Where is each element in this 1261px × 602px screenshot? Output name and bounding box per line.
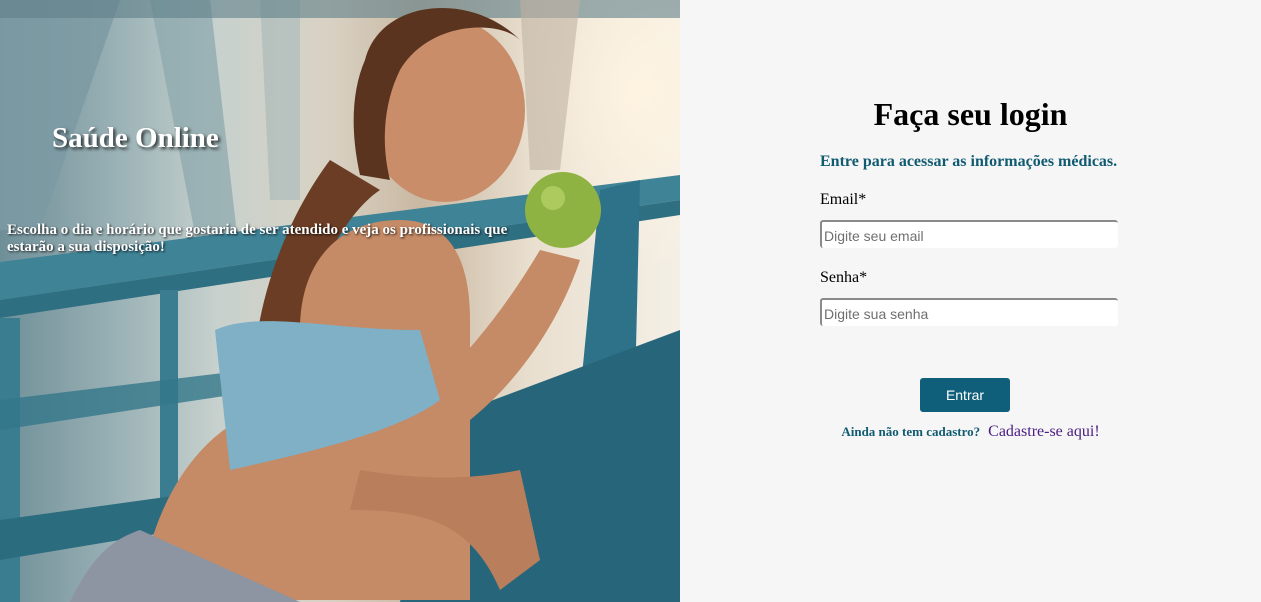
signup-row: Ainda não tem cadastro? Cadastre-se aqui… — [680, 423, 1261, 441]
login-panel: Faça seu login Entre para acessar as inf… — [680, 0, 1261, 602]
signup-question: Ainda não tem cadastro? — [841, 424, 981, 439]
password-field[interactable] — [820, 298, 1118, 326]
login-title: Faça seu login — [873, 96, 1068, 132]
hero-title: Saúde Online — [52, 122, 219, 154]
email-label: Email* — [820, 191, 867, 208]
hero-panel: Saúde Online Escolha o dia e horário que… — [0, 0, 680, 602]
submit-button[interactable]: Entrar — [920, 378, 1010, 412]
signup-link[interactable]: Cadastre-se aqui! — [988, 423, 1100, 440]
login-page: Saúde Online Escolha o dia e horário que… — [0, 0, 1261, 602]
password-label: Senha* — [820, 269, 868, 286]
login-subtitle: Entre para acessar as informações médica… — [820, 153, 1118, 170]
email-field[interactable] — [820, 220, 1118, 248]
hero-description: Escolha o dia e horário que gostaria de … — [7, 222, 508, 255]
hero-photo — [0, 0, 680, 602]
